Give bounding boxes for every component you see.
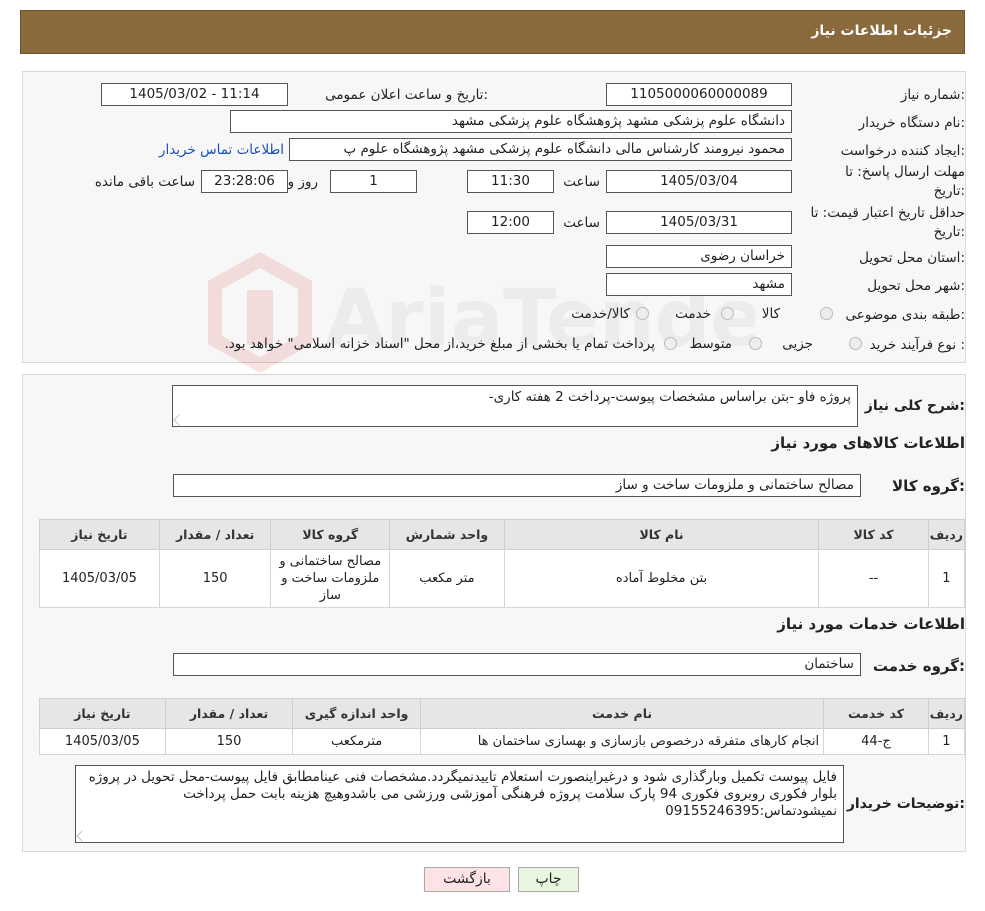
cell-qty: 150 <box>164 728 294 755</box>
need-number-field: 1105000060000089 <box>606 83 792 106</box>
cell-row: 1 <box>927 549 966 608</box>
resize-handle-icon[interactable] <box>76 830 88 842</box>
remaining-days-label: روز و <box>287 174 318 190</box>
goods-table: ردیف کد کالا نام کالا واحد شمارش گروه کا… <box>39 519 966 608</box>
goods-group-label: گروه کالا: <box>892 477 965 495</box>
goods-group-field: مصالح ساختمانی و ملزومات ساخت و ساز <box>173 474 861 497</box>
city-field: مشهد <box>606 273 792 296</box>
process-note: پرداخت تمام یا بخشی از مبلغ خرید،از محل … <box>224 336 655 352</box>
table-row: 1 ج-44 انجام کارهای متفرقه درخصوص بازساز… <box>39 728 966 755</box>
category-radio-goods-service[interactable] <box>636 307 649 320</box>
services-table-header: ردیف کد خدمت نام خدمت واحد اندازه گیری ت… <box>39 698 966 729</box>
validity-label-date: تاریخ: <box>933 224 965 240</box>
cell-unit: مترمکعب <box>292 728 421 755</box>
cell-date: 1405/03/05 <box>39 549 160 608</box>
col-qty: تعداد / مقدار <box>164 698 294 729</box>
remaining-days-field: 1 <box>330 170 417 193</box>
goods-section-title: اطلاعات کالاهای مورد نیاز <box>771 434 965 452</box>
category-option-goods-service: کالا/خدمت <box>571 306 630 322</box>
col-date: تاریخ نیاز <box>39 519 160 550</box>
col-group: گروه کالا <box>270 519 391 550</box>
process-option-partial: جزیی <box>782 336 813 352</box>
process-radio-partial[interactable] <box>849 337 862 350</box>
service-group-field: ساختمان <box>173 653 861 676</box>
col-qty: تعداد / مقدار <box>158 519 272 550</box>
category-radio-goods[interactable] <box>820 307 833 320</box>
cell-unit: متر مکعب <box>389 549 505 608</box>
buyer-contact-link[interactable]: اطلاعات تماس خریدار <box>159 142 284 158</box>
buyer-field: دانشگاه علوم پزشکی مشهد پژوهشگاه علوم پز… <box>230 110 792 133</box>
buyer-label: نام دستگاه خریدار: <box>858 115 965 131</box>
deadline-label: مهلت ارسال پاسخ: تا <box>845 164 965 180</box>
resize-handle-icon[interactable] <box>173 414 185 426</box>
need-description-text: پروژه فاو -بتن براساس مشخصات پیوست-پرداخ… <box>488 389 851 405</box>
remaining-time-field: 23:28:06 <box>201 170 288 193</box>
print-button[interactable]: چاپ <box>518 867 579 892</box>
need-description-field: پروژه فاو -بتن براساس مشخصات پیوست-پرداخ… <box>172 385 858 427</box>
category-option-service: خدمت <box>675 306 711 322</box>
validity-time-field: 12:00 <box>467 211 554 234</box>
creator-label: ایجاد کننده درخواست: <box>840 143 965 159</box>
province-field: خراسان رضوی <box>606 245 792 268</box>
service-group-label: گروه خدمت: <box>872 657 965 675</box>
process-checkbox-treasury[interactable] <box>664 337 677 350</box>
remaining-label: ساعت باقی مانده <box>94 174 195 190</box>
buyer-notes-text: فایل پیوست تکمیل وبارگذاری شود و درغیرای… <box>88 769 837 819</box>
col-service-name: نام خدمت <box>419 698 825 729</box>
page-title: جزئیات اطلاعات نیاز <box>811 23 952 39</box>
validity-time-label: ساعت <box>563 215 600 231</box>
category-label: طبقه بندی موضوعی: <box>845 307 965 323</box>
buyer-notes-label: توضیحات خریدار: <box>846 796 965 812</box>
col-name: نام کالا <box>503 519 820 550</box>
cell-name: بتن مخلوط آماده <box>503 549 820 608</box>
category-option-goods: کالا <box>761 306 780 322</box>
col-date: تاریخ نیاز <box>39 698 166 729</box>
buyer-notes-field: فایل پیوست تکمیل وبارگذاری شود و درغیرای… <box>75 765 844 843</box>
cell-code: -- <box>818 549 929 608</box>
page-header: جزئیات اطلاعات نیاز <box>20 10 965 54</box>
process-label: نوع فرآیند خرید : <box>869 337 965 353</box>
cell-group: مصالح ساختمانی و ملزومات ساخت و ساز <box>270 549 391 608</box>
process-option-medium: متوسط <box>689 336 732 352</box>
col-service-code: کد خدمت <box>823 698 929 729</box>
process-radio-medium[interactable] <box>749 337 762 350</box>
city-label: شهر محل تحویل: <box>867 278 965 294</box>
col-unit: واحد اندازه گیری <box>292 698 421 729</box>
col-row: ردیف <box>927 519 966 550</box>
cell-row: 1 <box>927 728 966 755</box>
goods-table-header: ردیف کد کالا نام کالا واحد شمارش گروه کا… <box>39 519 966 550</box>
deadline-date-field: 1405/03/04 <box>606 170 792 193</box>
announce-label: تاریخ و ساعت اعلان عمومی: <box>325 87 488 103</box>
table-row: 1 -- بتن مخلوط آماده متر مکعب مصالح ساخت… <box>39 549 966 608</box>
validity-label: حداقل تاریخ اعتبار قیمت: تا <box>810 205 965 221</box>
validity-date-field: 1405/03/31 <box>606 211 792 234</box>
services-section-title: اطلاعات خدمات مورد نیاز <box>777 615 965 633</box>
creator-field: محمود نیرومند کارشناس مالی دانشگاه علوم … <box>289 138 792 161</box>
province-label: استان محل تحویل: <box>859 250 965 266</box>
cell-qty: 150 <box>158 549 272 608</box>
need-number-label: شماره نیاز: <box>900 87 965 103</box>
back-button[interactable]: بازگشت <box>424 867 510 892</box>
need-description-label: شرح کلی نیاز: <box>864 398 965 414</box>
deadline-time-label: ساعت <box>563 174 600 190</box>
deadline-time-field: 11:30 <box>467 170 554 193</box>
cell-service-code: ج-44 <box>823 728 929 755</box>
cell-date: 1405/03/05 <box>39 728 166 755</box>
deadline-label-date: تاریخ: <box>933 183 965 199</box>
col-code: کد کالا <box>818 519 929 550</box>
announce-field: 1405/03/02 - 11:14 <box>101 83 288 106</box>
category-radio-service[interactable] <box>721 307 734 320</box>
col-row: ردیف <box>927 698 966 729</box>
col-unit: واحد شمارش <box>389 519 505 550</box>
services-table: ردیف کد خدمت نام خدمت واحد اندازه گیری ت… <box>39 698 966 755</box>
cell-service-name: انجام کارهای متفرقه درخصوص بازسازی و بهس… <box>419 728 825 755</box>
